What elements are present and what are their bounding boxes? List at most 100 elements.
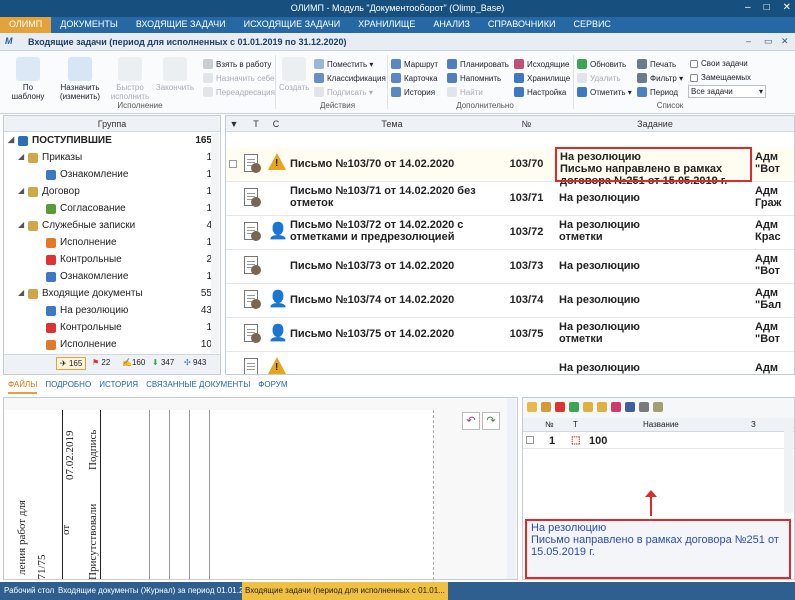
collapse-icon[interactable]: ◢ xyxy=(18,152,24,161)
tab-details[interactable]: ПОДРОБНО xyxy=(45,380,91,394)
edit-file-icon[interactable] xyxy=(653,402,663,412)
collapse-icon[interactable]: ◢ xyxy=(18,288,24,297)
tree-item-contract[interactable]: ◢ Договор 1 xyxy=(4,184,212,201)
mark-button[interactable]: Отметить ▾ xyxy=(577,87,632,97)
task-filter-select[interactable]: Все задачи ▾ xyxy=(688,85,766,98)
tree-scrollbar[interactable] xyxy=(211,133,219,353)
finish-button[interactable]: Закончить xyxy=(155,57,195,92)
history-button[interactable]: История xyxy=(391,87,435,97)
files-col-type[interactable]: Т xyxy=(573,420,578,429)
collapse-icon[interactable]: ◢ xyxy=(18,220,24,229)
tree-item-control-2[interactable]: Контрольные 1 xyxy=(4,320,212,337)
filter-button[interactable]: Фильтр ▾ xyxy=(637,73,683,83)
tab-flag-count[interactable]: ⚑ 22 xyxy=(92,358,110,367)
refresh-button[interactable]: Обновить xyxy=(577,59,626,69)
folder-icon[interactable] xyxy=(583,402,593,412)
tab-download-count[interactable]: ⬇ 347 xyxy=(152,358,174,367)
email-icon[interactable] xyxy=(639,402,649,412)
col-header-topic[interactable]: Тема xyxy=(290,119,494,129)
print-file-icon[interactable] xyxy=(611,402,621,412)
tree-item-approval[interactable]: Согласование 1 xyxy=(4,201,212,218)
collapse-icon[interactable]: ◢ xyxy=(18,186,24,195)
tree-item-execution-2[interactable]: Исполнение 10 xyxy=(4,337,212,354)
plan-button[interactable]: Планировать xyxy=(447,59,509,69)
preview-scrollbar[interactable] xyxy=(507,398,516,579)
col-header-number[interactable]: № xyxy=(494,119,559,129)
quick-execute-button[interactable]: Быстро исполнить xyxy=(108,57,152,101)
card-button[interactable]: Карточка xyxy=(391,73,438,83)
table-row[interactable]: На резолюцию Адм xyxy=(226,352,794,374)
route-button[interactable]: Маршрут xyxy=(391,59,438,69)
tree-item-resolution[interactable]: На резолюцию 43 xyxy=(4,303,212,320)
period-button[interactable]: Период xyxy=(637,87,678,97)
tab-history[interactable]: ИСТОРИЯ xyxy=(99,380,138,394)
col-header-c[interactable]: С xyxy=(266,119,286,129)
settings-button[interactable]: Настройка xyxy=(514,87,566,97)
tree-item-acquaintance-2[interactable]: Ознакомление 1 xyxy=(4,269,212,286)
files-col-name[interactable]: Название xyxy=(643,420,679,429)
tab-linked-docs[interactable]: СВЯЗАННЫЕ ДОКУМЕНТЫ xyxy=(146,380,250,394)
files-col-z[interactable]: З xyxy=(751,420,756,429)
window-restore-icon[interactable]: ▭ xyxy=(764,36,773,47)
print-button[interactable]: Печать xyxy=(637,59,676,69)
delete-file-icon[interactable] xyxy=(555,402,565,412)
col-header-task[interactable]: Задание xyxy=(559,119,751,129)
tab-sign-count[interactable]: ✍160 xyxy=(122,358,145,367)
save-file-icon[interactable] xyxy=(625,402,635,412)
by-template-button[interactable]: По шаблону xyxy=(8,57,48,101)
take-to-work-button[interactable]: Взять в работу xyxy=(203,59,271,69)
rotate-right-icon[interactable]: ↷ xyxy=(482,412,500,430)
taskbar-incoming-tasks[interactable]: Входящие задачи (период для исполненных … xyxy=(242,582,448,600)
redirect-button[interactable]: Переадресация xyxy=(203,87,275,97)
file-checkbox[interactable] xyxy=(526,436,534,444)
create-button[interactable]: Создать xyxy=(279,57,309,92)
collapse-icon[interactable]: ◢ xyxy=(8,135,14,144)
refresh-files-icon[interactable] xyxy=(569,402,579,412)
files-scrollbar[interactable] xyxy=(784,418,793,513)
file-row[interactable]: 1 ⬚ 100 xyxy=(523,433,794,449)
tab-plane-count[interactable]: ✈ 165 xyxy=(56,357,87,370)
storage-button[interactable]: Хранилище xyxy=(514,73,570,83)
tree-item-memos[interactable]: ◢ Служебные записки 4 xyxy=(4,218,212,235)
delete-button[interactable]: Удалить xyxy=(577,73,621,83)
window-minimize-icon[interactable]: – xyxy=(746,36,751,46)
menu-references[interactable]: СПРАВОЧНИКИ xyxy=(479,17,565,33)
row-checkbox[interactable] xyxy=(229,160,237,168)
close-icon[interactable]: ✕ xyxy=(783,2,791,13)
tab-share-count[interactable]: ✣ 943 xyxy=(184,358,206,367)
remind-button[interactable]: Напомнить xyxy=(447,73,501,83)
assign-button[interactable]: Назначить (изменить) xyxy=(55,57,105,101)
menu-storage[interactable]: ХРАНИЛИЩЕ xyxy=(349,17,424,33)
maximize-icon[interactable]: □ xyxy=(764,2,770,13)
place-button[interactable]: Поместить ▾ xyxy=(314,59,373,69)
table-row[interactable]: 👤 Письмо №103/72 от 14.02.2020 с отметка… xyxy=(226,216,794,250)
files-col-no[interactable]: № xyxy=(545,420,554,429)
find-button[interactable]: Найти xyxy=(447,87,483,97)
taskbar-desktop[interactable]: Рабочий стол xyxy=(4,586,54,595)
menu-service[interactable]: СЕРВИС xyxy=(564,17,619,33)
tab-files[interactable]: ФАЙЛЫ xyxy=(8,380,38,394)
sign-button[interactable]: Подписать ▾ xyxy=(314,87,373,97)
table-row[interactable]: 👤 Письмо №103/74 от 14.02.2020 103/74 На… xyxy=(226,284,794,318)
tree-item-execution[interactable]: Исполнение 1 xyxy=(4,235,212,252)
classification-button[interactable]: Классификация xyxy=(314,73,386,83)
own-tasks-checkbox[interactable]: Свои задачи xyxy=(690,59,748,68)
table-row[interactable]: Письмо №103/70 от 14.02.2020 103/70 На р… xyxy=(226,147,794,187)
tree-item-incoming[interactable]: ◢ ПОСТУПИВШИЕ 165 xyxy=(4,133,212,150)
menu-olimp[interactable]: ОЛИМП xyxy=(0,17,52,33)
new-file-icon[interactable] xyxy=(527,402,537,412)
assign-self-button[interactable]: Назначить себе xyxy=(203,73,275,83)
menu-incoming-tasks[interactable]: ВХОДЯЩИЕ ЗАДАЧИ xyxy=(127,17,235,33)
table-row[interactable]: Письмо №103/73 от 14.02.2020 103/73 На р… xyxy=(226,250,794,284)
tree-item-orders[interactable]: ◢ Приказы 1 xyxy=(4,150,212,167)
tab-forum[interactable]: ФОРУМ xyxy=(258,380,287,394)
substitute-checkbox[interactable]: Замещаемых xyxy=(690,73,751,82)
outgoing-button[interactable]: Исходящие xyxy=(514,59,569,69)
table-row[interactable]: 👤 Письмо №103/75 от 14.02.2020 103/75 На… xyxy=(226,318,794,352)
window-close-icon[interactable]: ✕ xyxy=(781,36,789,47)
taskbar-incoming-docs[interactable]: Входящие документы (Журнал) за период 01… xyxy=(58,586,259,595)
minimize-icon[interactable]: – xyxy=(745,2,751,13)
tree-item-control[interactable]: Контрольные 2 xyxy=(4,252,212,269)
tree-item-incoming-docs[interactable]: ◢ Входящие документы 55 xyxy=(4,286,212,303)
filter-icon[interactable]: ▼ xyxy=(229,119,239,129)
